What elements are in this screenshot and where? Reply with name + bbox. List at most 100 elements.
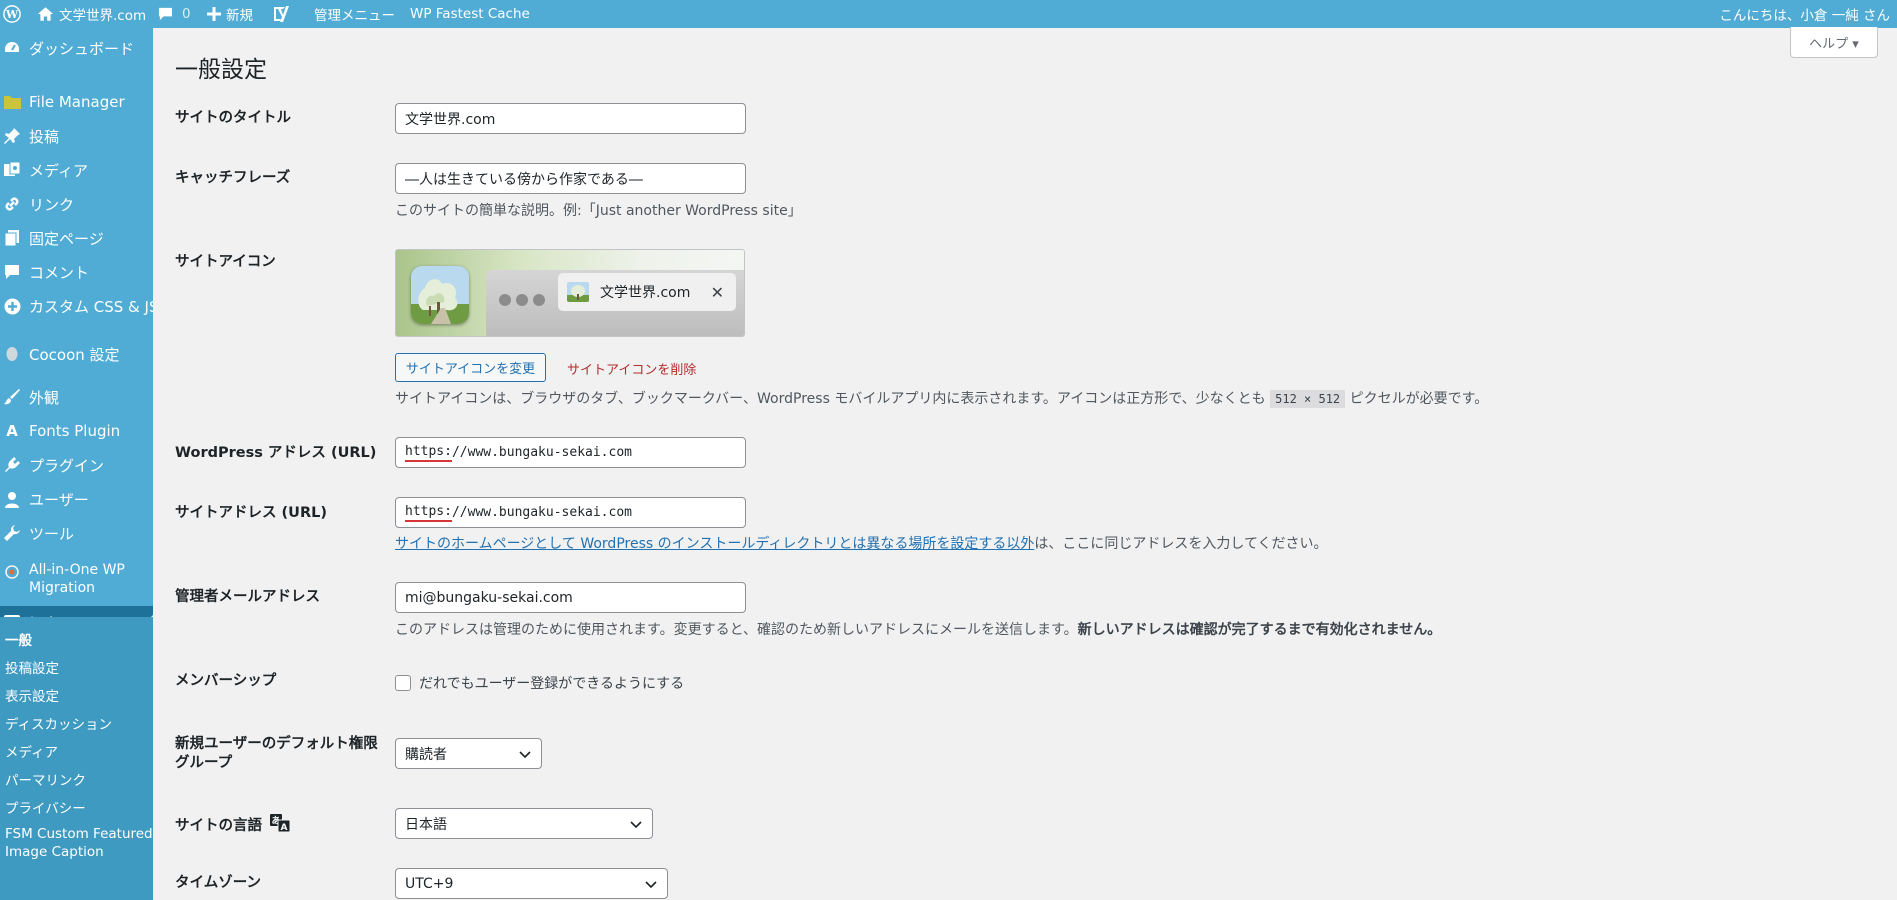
site-address-scheme: https:	[405, 504, 452, 522]
submenu-general[interactable]: 一般	[5, 629, 32, 649]
brush-icon	[3, 388, 21, 406]
menu-label: 投稿	[29, 127, 60, 146]
site-name-link[interactable]: 文学世界.com	[37, 0, 146, 28]
comments-link[interactable]: 0	[158, 0, 191, 28]
help-label: ヘルプ ▾	[1809, 36, 1859, 52]
wordpress-logo-icon[interactable]: W	[3, 0, 21, 28]
wp-address-scheme: https:	[405, 444, 452, 462]
menu-posts[interactable]: 投稿	[0, 126, 153, 146]
submenu-label-line2: Image Caption	[5, 844, 104, 860]
new-label: 新規	[226, 8, 253, 24]
menu-label: 外観	[29, 388, 60, 407]
browser-tab: 文学世界.com ✕	[558, 273, 736, 311]
site-address-label: サイトアドレス (URL)	[175, 505, 327, 521]
fastest-cache-label: WP Fastest Cache	[410, 6, 530, 22]
admin-email-input[interactable]: mi@bungaku-sekai.com	[395, 582, 746, 613]
media-icon	[3, 161, 21, 179]
site-address-host: //www.bungaku-sekai.com	[451, 505, 632, 520]
fastest-cache-link[interactable]: WP Fastest Cache	[410, 0, 530, 28]
help-button[interactable]: ヘルプ ▾	[1790, 27, 1878, 58]
menu-label: Fonts Plugin	[29, 422, 121, 440]
menu-appearance[interactable]: 外観	[0, 387, 153, 407]
admin-bar: W 文学世界.com 0 新規 管理メニュー WP Fastest Cache …	[0, 0, 1897, 28]
change-button-label: サイトアイコンを変更	[405, 362, 536, 377]
wrench-icon	[3, 524, 21, 542]
menu-file-manager[interactable]: File Manager	[0, 92, 153, 112]
remove-site-icon-link[interactable]: サイトアイコンを削除	[567, 359, 696, 378]
menu-plugins[interactable]: プラグイン	[0, 455, 153, 475]
site-icon-size-code: 512 × 512	[1270, 390, 1346, 408]
site-address-input[interactable]: https://www.bungaku-sekai.com	[395, 497, 746, 528]
membership-checkbox-label[interactable]: だれでもユーザー登録ができるようにする	[419, 673, 684, 693]
submenu-reading[interactable]: 表示設定	[5, 685, 59, 705]
change-site-icon-button[interactable]: サイトアイコンを変更	[395, 353, 546, 382]
menu-all-in-one-migration[interactable]: All-in-One WP Migration	[0, 560, 153, 600]
tagline-value: ―人は生きている傍から作家である―	[405, 171, 643, 188]
site-title-input[interactable]: 文学世界.com	[395, 103, 746, 134]
folder-icon	[3, 93, 21, 111]
tab-title: 文学世界.com	[600, 285, 691, 301]
submenu-media[interactable]: メディア	[5, 741, 58, 761]
menu-media[interactable]: メディア	[0, 160, 153, 180]
default-role-select[interactable]: 購読者	[395, 738, 542, 769]
menu-tools[interactable]: ツール	[0, 523, 153, 543]
page-title: 一般設定	[175, 57, 267, 83]
plus-icon	[207, 7, 221, 21]
wp-address-host: //www.bungaku-sekai.com	[451, 445, 632, 460]
wp-address-input[interactable]: https://www.bungaku-sekai.com	[395, 437, 746, 468]
site-address-help-link[interactable]: サイトのホームページとして WordPress のインストールディレクトリとは異…	[395, 536, 1034, 552]
menu-comments[interactable]: コメント	[0, 262, 153, 282]
submenu-privacy[interactable]: プライバシー	[5, 797, 86, 817]
menu-label: カスタム CSS & JS	[29, 297, 153, 316]
plus-circle-icon	[3, 297, 21, 315]
comments-count: 0	[182, 6, 191, 22]
page-icon	[3, 229, 21, 247]
window-controls	[499, 294, 545, 306]
site-name-label: 文学世界.com	[59, 8, 147, 24]
default-role-value: 購読者	[405, 746, 447, 763]
default-role-label: 新規ユーザーのデフォルト権限 グループ	[175, 735, 378, 773]
membership-label: メンバーシップ	[175, 673, 277, 689]
yoast-seo-icon[interactable]	[272, 0, 290, 28]
plugin-icon	[3, 456, 21, 474]
comment-icon	[158, 7, 173, 21]
manage-menu-link[interactable]: 管理メニュー	[314, 0, 395, 28]
browser-tab-mock: 文学世界.com ✕	[486, 270, 744, 336]
submenu-label: FSM Custom Featured	[5, 826, 153, 842]
menu-label: All-in-One WP	[29, 562, 125, 578]
menu-links[interactable]: リンク	[0, 194, 153, 214]
submenu-writing[interactable]: 投稿設定	[5, 657, 59, 677]
admin-email-value: mi@bungaku-sekai.com	[405, 589, 573, 606]
site-icon-app-image	[411, 266, 469, 324]
comment-icon	[3, 263, 21, 281]
timezone-select[interactable]: UTC+9	[395, 868, 668, 899]
menu-custom-css-js[interactable]: カスタム CSS & JS	[0, 296, 153, 316]
admin-email-desc-bold: 新しいアドレスは確認が完了するまで有効化されません。	[1077, 622, 1442, 638]
submenu-fsm-caption[interactable]: FSM Custom Featured Image Caption	[5, 825, 153, 861]
submenu-permalinks[interactable]: パーマリンク	[5, 769, 86, 789]
menu-label: リンク	[29, 195, 75, 214]
menu-pages[interactable]: 固定ページ	[0, 228, 153, 248]
tagline-input[interactable]: ―人は生きている傍から作家である―	[395, 163, 746, 194]
language-select[interactable]: 日本語	[395, 808, 653, 839]
menu-label: Cocoon 設定	[29, 345, 120, 364]
manage-menu-label: 管理メニュー	[314, 8, 395, 24]
menu-cocoon[interactable]: Cocoon 設定	[0, 344, 153, 364]
default-role-label-line1: 新規ユーザーのデフォルト権限	[175, 736, 378, 752]
timezone-label: タイムゾーン	[175, 875, 261, 891]
user-greeting[interactable]: こんにちは、小倉 一純 さん	[1719, 0, 1890, 28]
font-icon: A	[6, 422, 18, 440]
site-address-description: サイトのホームページとして WordPress のインストールディレクトリとは異…	[395, 533, 1328, 553]
language-label: サイトの言語	[175, 817, 262, 834]
new-content-link[interactable]: 新規	[207, 0, 253, 28]
pin-icon	[3, 127, 21, 145]
submenu-discussion[interactable]: ディスカッション	[5, 713, 112, 733]
translation-icon: あA	[270, 814, 291, 838]
menu-fonts-plugin[interactable]: A Fonts Plugin	[0, 421, 153, 441]
membership-checkbox[interactable]	[395, 675, 411, 691]
menu-users[interactable]: ユーザー	[0, 489, 153, 509]
timezone-value: UTC+9	[405, 875, 454, 892]
menu-label: ツール	[29, 524, 75, 543]
menu-dashboard[interactable]: ダッシュボード	[0, 38, 153, 58]
site-address-desc-text: は、ここに同じアドレスを入力してください。	[1034, 536, 1328, 552]
